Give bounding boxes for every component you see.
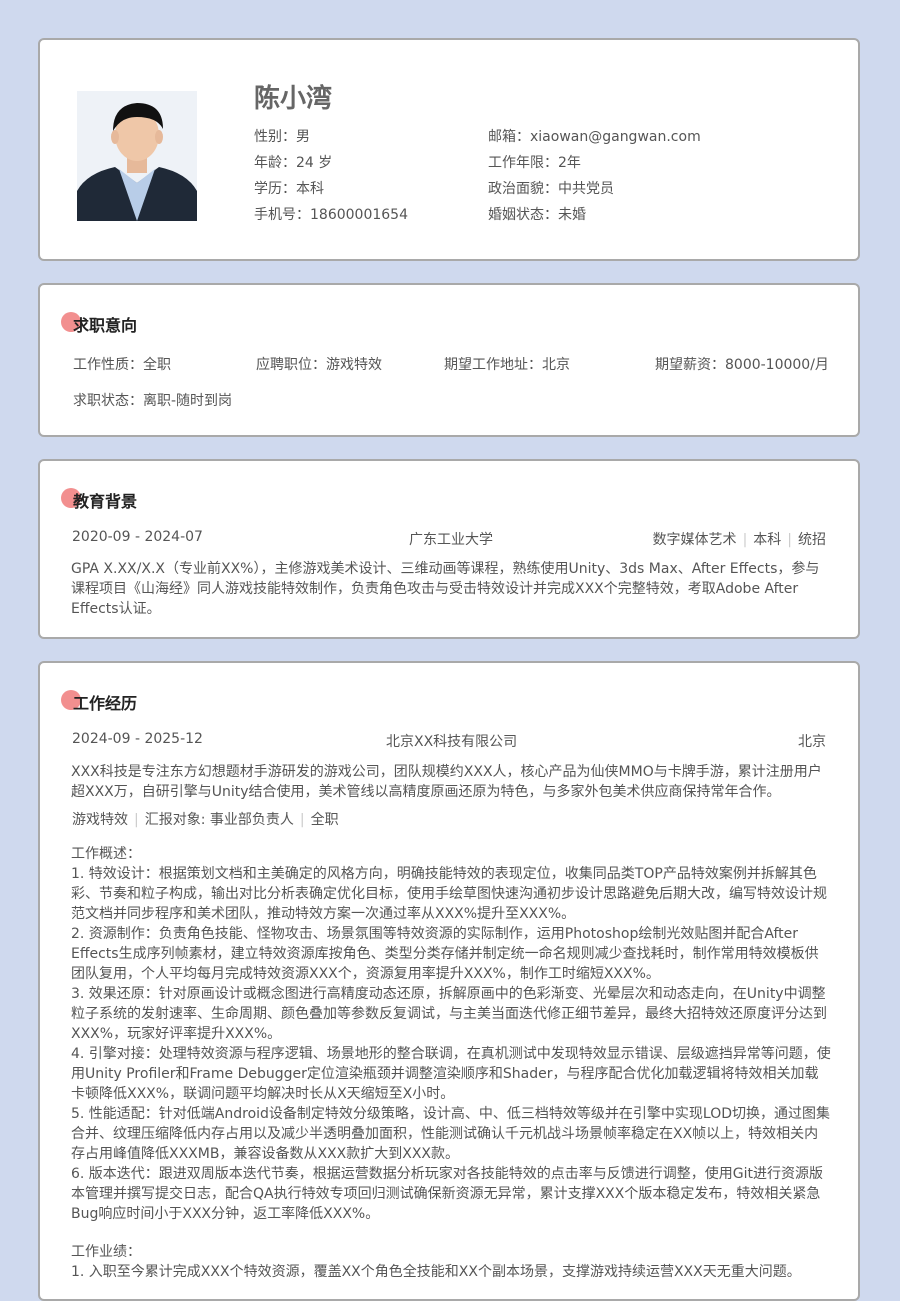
marital-field: 婚姻状态：未婚 (488, 207, 586, 223)
company-description: XXX科技是专注东方幻想题材手游研发的游戏公司，团队规模约XXX人，核心产品为仙… (71, 764, 822, 800)
gender-field: 性别：男 (254, 129, 310, 145)
overview-item: 2. 资源制作：负责角色技能、怪物攻击、场景氛围等特效资源的实际制作，运用Pho… (71, 926, 819, 982)
section-title-work: 工作经历 (61, 690, 137, 714)
phone-field: 手机号：18600001654 (254, 207, 408, 223)
position-field: 应聘职位：游戏特效 (256, 357, 382, 373)
age-field: 年龄：24 岁 (254, 155, 333, 171)
work-overview: 工作概述： 1. 特效设计：根据策划文档和主美确定的风格方向，明确技能特效的表现… (71, 844, 831, 1282)
achievement-label: 工作业绩： (71, 1244, 141, 1260)
location-field: 期望工作地址：北京 (444, 357, 570, 373)
work-period: 2024-09 - 2025-12 (72, 731, 203, 747)
company-name: 北京XX科技有限公司 (386, 734, 518, 750)
school-name: 广东工业大学 (409, 532, 493, 548)
overview-label: 工作概述： (71, 846, 141, 862)
email-field: 邮箱：xiaowan@gangwan.com (488, 129, 701, 145)
job-intent-card: 求职意向 工作性质：全职 应聘职位：游戏特效 期望工作地址：北京 期望薪资：80… (38, 283, 860, 437)
overview-item: 5. 性能适配：针对低端Android设备制定特效分级策略，设计高、中、低三档特… (71, 1106, 831, 1162)
avatar (77, 91, 197, 221)
work-experience-card: 工作经历 2024-09 - 2025-12 北京XX科技有限公司 北京 XXX… (38, 661, 860, 1301)
years-field: 工作年限：2年 (488, 155, 581, 171)
education-tags: 数字媒体艺术 | 本科 | 统招 (652, 532, 826, 548)
education-period: 2020-09 - 2024-07 (72, 529, 203, 545)
overview-item: 4. 引擎对接：处理特效资源与程序逻辑、场景地形的整合联调，在真机测试中发现特效… (71, 1046, 831, 1102)
salary-field: 期望薪资：8000-10000/月 (655, 357, 829, 373)
profile-card: 陈小湾 性别：男 邮箱：xiaowan@gangwan.com 年龄：24 岁 … (38, 38, 860, 261)
overview-item: 3. 效果还原：针对原画设计或概念图进行高精度动态还原，拆解原画中的色彩渐变、光… (71, 986, 827, 1042)
education-card: 教育背景 2020-09 - 2024-07 广东工业大学 数字媒体艺术 | 本科 |… (38, 459, 860, 639)
section-title-education: 教育背景 (61, 488, 137, 512)
overview-item: 6. 版本迭代：跟进双周版本迭代节奏，根据运营数据分析玩家对各技能特效的点击率与… (71, 1166, 824, 1222)
work-tags: 游戏特效 | 汇报对象: 事业部负责人 | 全职 (72, 812, 339, 828)
education-description: GPA X.XX/X.X（专业前XX%），主修游戏美术设计、三维动画等课程，熟练… (71, 561, 820, 617)
job-status-field: 求职状态：离职-随时到岗 (73, 393, 233, 409)
achievement-item: 1. 入职至今累计完成XXX个特效资源，覆盖XX个角色全技能和XX个副本场景，支… (71, 1264, 801, 1280)
education-level-field: 学历：本科 (254, 181, 324, 197)
overview-item: 1. 特效设计：根据策划文档和主美确定的风格方向，明确技能特效的表现定位，收集同… (71, 866, 827, 922)
candidate-name: 陈小湾 (254, 84, 333, 114)
section-title-intent: 求职意向 (61, 312, 137, 336)
politics-field: 政治面貌：中共党员 (488, 181, 614, 197)
work-type-field: 工作性质：全职 (73, 357, 171, 373)
work-city: 北京 (798, 734, 826, 750)
